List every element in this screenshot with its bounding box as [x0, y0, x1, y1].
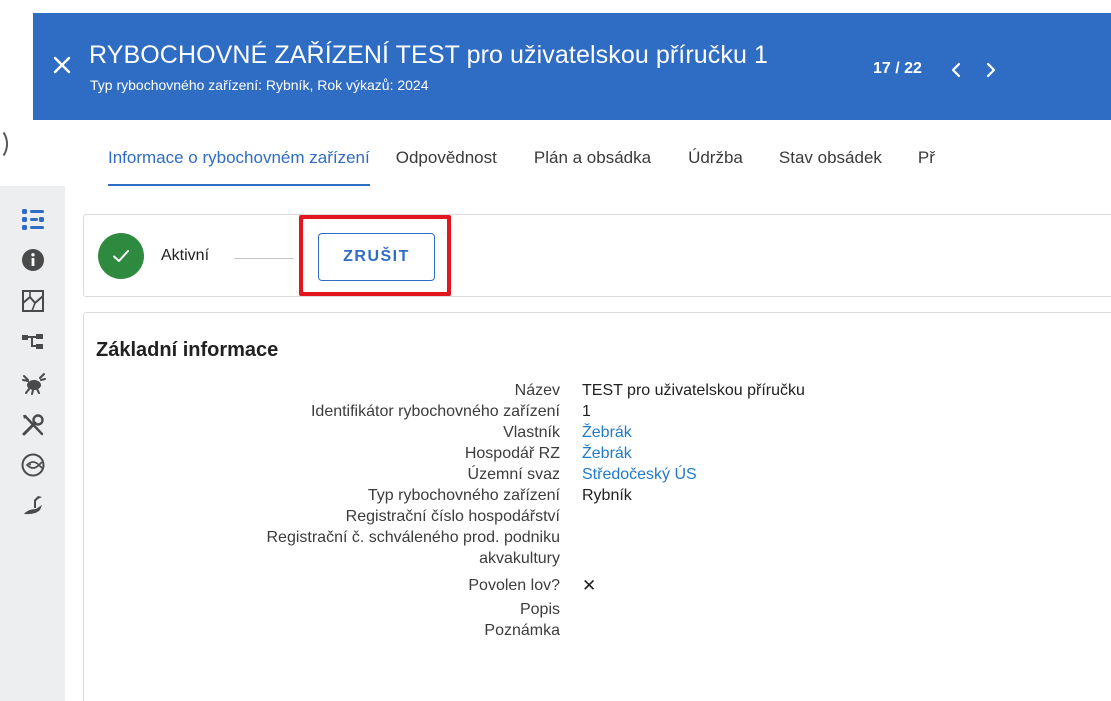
field-row: Identifikátor rybochovného zařízení 1: [84, 401, 1111, 422]
cross-icon: ✕: [582, 576, 597, 595]
field-label: Poznámka: [484, 622, 560, 639]
tools-icon[interactable]: [20, 412, 46, 438]
owner-link[interactable]: Žebrák: [560, 422, 632, 443]
field-value: [560, 506, 582, 527]
field-value: TEST pro uživatelskou příručku: [582, 382, 805, 399]
tab-informace[interactable]: Informace o rybochovném zařízení: [108, 130, 370, 186]
field-label: Registrační č. schváleného prod. podniku: [266, 529, 560, 546]
crab-icon[interactable]: [20, 370, 46, 396]
field-label: Identifikátor rybochovného zařízení: [310, 403, 560, 420]
field-label: Vlastník: [503, 424, 560, 441]
sidebar: [0, 186, 65, 701]
tab-more[interactable]: Př: [918, 130, 935, 186]
field-row: Registrační číslo hospodářství: [84, 506, 1111, 527]
tab-odpovednost[interactable]: Odpovědnost: [396, 130, 497, 186]
manager-link[interactable]: Žebrák: [560, 443, 632, 464]
field-value: [560, 527, 582, 548]
structure-icon[interactable]: [20, 206, 46, 232]
field-label: Název: [514, 382, 560, 399]
field-label: Územní svaz: [467, 466, 560, 483]
field-label: Registrační číslo hospodářství: [345, 508, 560, 525]
field-list: Název TEST pro uživatelskou příručku Ide…: [84, 380, 1111, 641]
check-icon: [98, 233, 144, 279]
union-link[interactable]: Středočeský ÚS: [560, 464, 697, 485]
map-icon[interactable]: [20, 288, 46, 314]
field-label: Popis: [519, 601, 560, 618]
hierarchy-icon[interactable]: [20, 329, 46, 355]
field-row: Název TEST pro uživatelskou příručku: [84, 380, 1111, 401]
field-value: [560, 620, 582, 641]
basic-info-card: Základní informace Název TEST pro uživat…: [83, 312, 1111, 701]
info-icon[interactable]: [20, 247, 46, 273]
fish-net-icon[interactable]: [20, 452, 46, 478]
field-row: Poznámka: [84, 620, 1111, 641]
field-value: 1: [582, 403, 591, 420]
tab-udrzba[interactable]: Údržba: [688, 130, 743, 186]
page-title: RYBOCHOVNÉ ZAŘÍZENÍ TEST pro uživatelsko…: [89, 41, 769, 69]
chevron-right-icon[interactable]: [979, 59, 1001, 81]
field-row: Vlastník Žebrák: [84, 422, 1111, 443]
status-label: Aktivní: [161, 247, 210, 264]
section-title: Základní informace: [96, 339, 279, 361]
tab-bar: Informace o rybochovném zařízení Odpověd…: [90, 130, 935, 186]
field-row: akvakultury: [84, 548, 1111, 569]
field-row: Hospodář RZ Žebrák: [84, 443, 1111, 464]
field-label: Povolen lov?: [468, 577, 560, 594]
tab-plan-a-obsadka[interactable]: Plán a obsádka: [534, 130, 651, 186]
field-row: Povolen lov? ✕: [84, 575, 1111, 596]
field-row: Typ rybochovného zařízení Rybník: [84, 485, 1111, 506]
app-page: RYBOCHOVNÉ ZAŘÍZENÍ TEST pro uživatelsko…: [0, 0, 1111, 701]
pager-count: 17 / 22: [873, 60, 922, 77]
cancel-button[interactable]: ZRUŠIT: [318, 233, 435, 281]
close-icon[interactable]: [50, 53, 74, 77]
field-row: Územní svaz Středočeský ÚS: [84, 464, 1111, 485]
field-value: Rybník: [582, 487, 632, 504]
field-label: akvakultury: [479, 550, 560, 567]
field-value: [560, 599, 582, 620]
page-subtitle: Typ rybochovného zařízení: Rybník, Rok v…: [90, 77, 429, 93]
heron-icon[interactable]: [20, 492, 46, 518]
tab-stav-obsadek[interactable]: Stav obsádek: [779, 130, 882, 186]
collapse-handle[interactable]: [0, 128, 8, 160]
field-label: Typ rybochovného zařízení: [367, 487, 560, 504]
field-row: Registrační č. schváleného prod. podniku: [84, 527, 1111, 548]
status-divider: [234, 258, 294, 259]
field-label: Hospodář RZ: [464, 445, 560, 462]
status-card: Aktivní ZRUŠIT: [83, 214, 1111, 297]
field-value: [560, 548, 582, 569]
detail-header: RYBOCHOVNÉ ZAŘÍZENÍ TEST pro uživatelsko…: [33, 13, 1111, 120]
field-row: Popis: [84, 599, 1111, 620]
chevron-left-icon[interactable]: [946, 59, 968, 81]
